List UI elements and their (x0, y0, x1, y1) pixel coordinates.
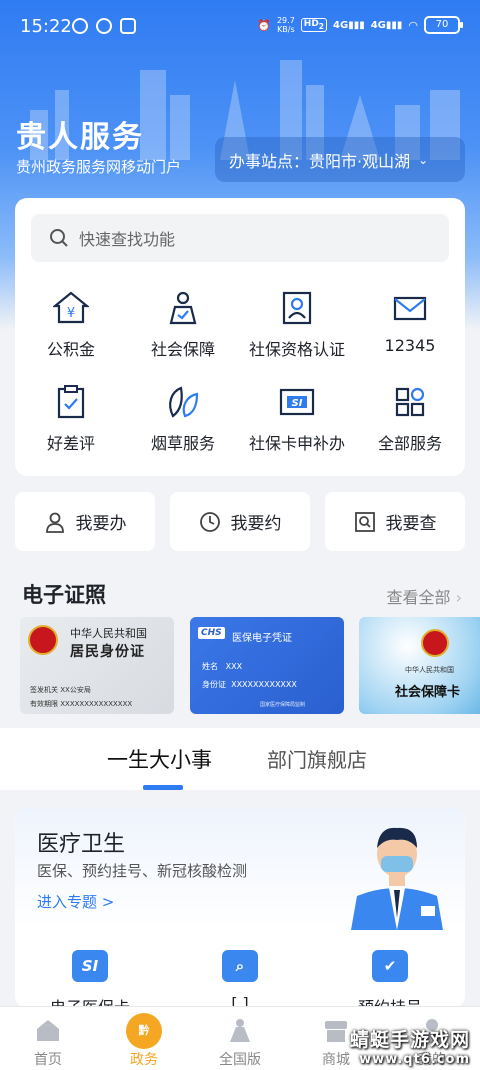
status-indicators: ⏰ 29.7 KB/s HD2 4G▮▮▮ 4G▮▮▮ ◠ 70 (257, 16, 463, 34)
search-icon (50, 229, 68, 247)
gov-icon: 黔 (126, 1013, 162, 1049)
quick-action-handle[interactable]: 我要办 (15, 492, 155, 551)
service-evaluation[interactable]: 好差评 (15, 384, 127, 454)
si-card-icon: SI (72, 950, 108, 982)
service-social-security[interactable]: 社会保障 (127, 290, 239, 360)
chs-logo-icon: CHS (198, 627, 225, 639)
svg-text:¥: ¥ (67, 306, 75, 321)
id-card-name: 居民身份证 (70, 644, 145, 660)
app-notification-icon (120, 18, 136, 34)
search-input[interactable]: 快速查找功能 (31, 214, 449, 262)
mail-icon (393, 296, 427, 321)
person-icon (45, 512, 64, 533)
net-speed-unit: KB/s (277, 25, 295, 34)
id-card-validity: 有效期限 XXXXXXXXXXXXXXX (30, 700, 133, 708)
brand-subtitle: 贵州政务服务网移动门户 (16, 158, 182, 176)
id-card-header: 中华人民共和国 (70, 627, 147, 640)
theme-service-registration[interactable]: ✔ 预约挂号 (315, 950, 465, 1008)
chevron-right-icon: › (455, 588, 462, 607)
notification-icons (72, 18, 136, 34)
service-card: 快速查找功能 ¥ 公积金 社会保障 社保资格认证 12345 好差评 烟草服务 … (15, 198, 465, 476)
service-qualification[interactable]: 社保资格认证 (241, 290, 353, 360)
hd-badge: HD2 (300, 18, 328, 32)
enter-topic-link[interactable]: 进入专题 > (37, 891, 114, 912)
tab-life-events[interactable]: 一生大小事 (107, 744, 212, 774)
search-doc-icon (354, 511, 375, 532)
net-speed: 29.7 KB/s (277, 16, 295, 34)
theme-service-search[interactable]: ⌕ [ ] (165, 950, 315, 1008)
grid-icon (395, 387, 425, 417)
national-emblem-icon (421, 629, 449, 657)
service-tobacco[interactable]: 烟草服务 (127, 384, 239, 454)
national-emblem-icon (28, 625, 58, 655)
service-si-card[interactable]: SI 社保卡申补办 (241, 384, 353, 454)
medical-insurance-card[interactable]: CHS 医保电子凭证 姓名 XXX 身份证 XXXXXXXXXXXX 国家医疗保… (190, 617, 344, 714)
theme-card-medical[interactable]: 医疗卫生 医保、预约挂号、新冠核酸检测 进入专题 > SI 电子医保卡 ⌕ [ … (15, 808, 465, 1008)
active-tab-indicator (143, 785, 183, 790)
quick-action-query[interactable]: 我要查 (325, 492, 465, 551)
service-housing-fund[interactable]: ¥ 公积金 (15, 290, 127, 360)
medical-card-footer: 国家医疗保障局监制 (260, 702, 306, 708)
app-notification-icon (72, 18, 88, 34)
doctor-illustration (351, 827, 443, 930)
wifi-icon: ◠ (408, 18, 418, 32)
si-card-icon: SI (279, 388, 315, 416)
tab-department-stores[interactable]: 部门旗舰店 (267, 744, 367, 773)
home-icon (37, 1020, 59, 1041)
medical-card-name: 姓名 XXX (202, 662, 243, 671)
medical-card-title: 医保电子凭证 (232, 633, 292, 644)
station-label: 办事站点：贵阳市·观山湖 (229, 151, 411, 171)
certificates-title: 电子证照 (22, 583, 106, 607)
qualification-icon (282, 291, 312, 325)
search-placeholder: 快速查找功能 (79, 230, 176, 249)
theme-description: 医保、预约挂号、新冠核酸检测 (37, 862, 248, 880)
shop-icon (325, 1021, 347, 1042)
alarm-icon: ⏰ (257, 18, 271, 32)
category-tabs: 一生大小事 部门旗舰店 (0, 728, 480, 790)
id-card-issuer: 签发机关 XX公安局 (30, 686, 91, 694)
nav-national[interactable]: 全国版 (192, 1007, 288, 1070)
site-watermark: 蜻蜓手游戏网 www.qt6.com (349, 1029, 470, 1067)
theme-service-e-medical-card[interactable]: SI 电子医保卡 (15, 950, 165, 1008)
brand-title: 贵人服务 (16, 120, 144, 155)
station-selector[interactable]: 办事站点：贵阳市·观山湖 ⌄ (215, 137, 465, 182)
battery-icon: 70 (424, 16, 463, 34)
quick-action-appointment[interactable]: 我要约 (170, 492, 310, 551)
view-all-link[interactable]: 查看全部 › (386, 584, 462, 608)
nav-gov[interactable]: 黔 政务 (96, 1007, 192, 1070)
nav-home[interactable]: 首页 (0, 1007, 96, 1070)
status-time: 15:22 (20, 16, 72, 37)
medical-card-id: 身份证 XXXXXXXXXXXX (202, 680, 297, 689)
national-icon (230, 1019, 250, 1042)
svg-text:SI: SI (292, 398, 303, 409)
net-speed-value: 29.7 (276, 16, 295, 25)
theme-title: 医疗卫生 (37, 832, 126, 857)
leaf-icon (169, 386, 199, 418)
housing-fund-icon: ¥ (53, 291, 89, 324)
service-all[interactable]: 全部服务 (354, 384, 466, 454)
status-bar: 15:22 ⏰ 29.7 KB/s HD2 4G▮▮▮ 4G▮▮▮ ◠ 70 (0, 0, 480, 54)
app-notification-icon (96, 18, 112, 34)
signal-icon: 4G▮▮▮ (333, 19, 365, 31)
calendar-check-icon: ✔ (372, 950, 408, 982)
service-12345[interactable]: 12345 (354, 290, 466, 355)
social-security-card[interactable]: 中华人民共和国 社会保障卡 (359, 617, 480, 714)
id-card[interactable]: 中华人民共和国 居民身份证 签发机关 XX公安局 有效期限 XXXXXXXXXX… (20, 617, 174, 714)
signal-icon: 4G▮▮▮ (370, 19, 403, 31)
ss-card-name: 社会保障卡 (395, 685, 461, 700)
search-bag-icon: ⌕ (222, 950, 258, 982)
ss-card-header: 中华人民共和国 (405, 666, 454, 674)
chevron-down-icon: ⌄ (418, 152, 429, 167)
clock-icon (199, 511, 220, 532)
evaluation-icon (57, 385, 85, 419)
social-security-icon (169, 291, 197, 325)
